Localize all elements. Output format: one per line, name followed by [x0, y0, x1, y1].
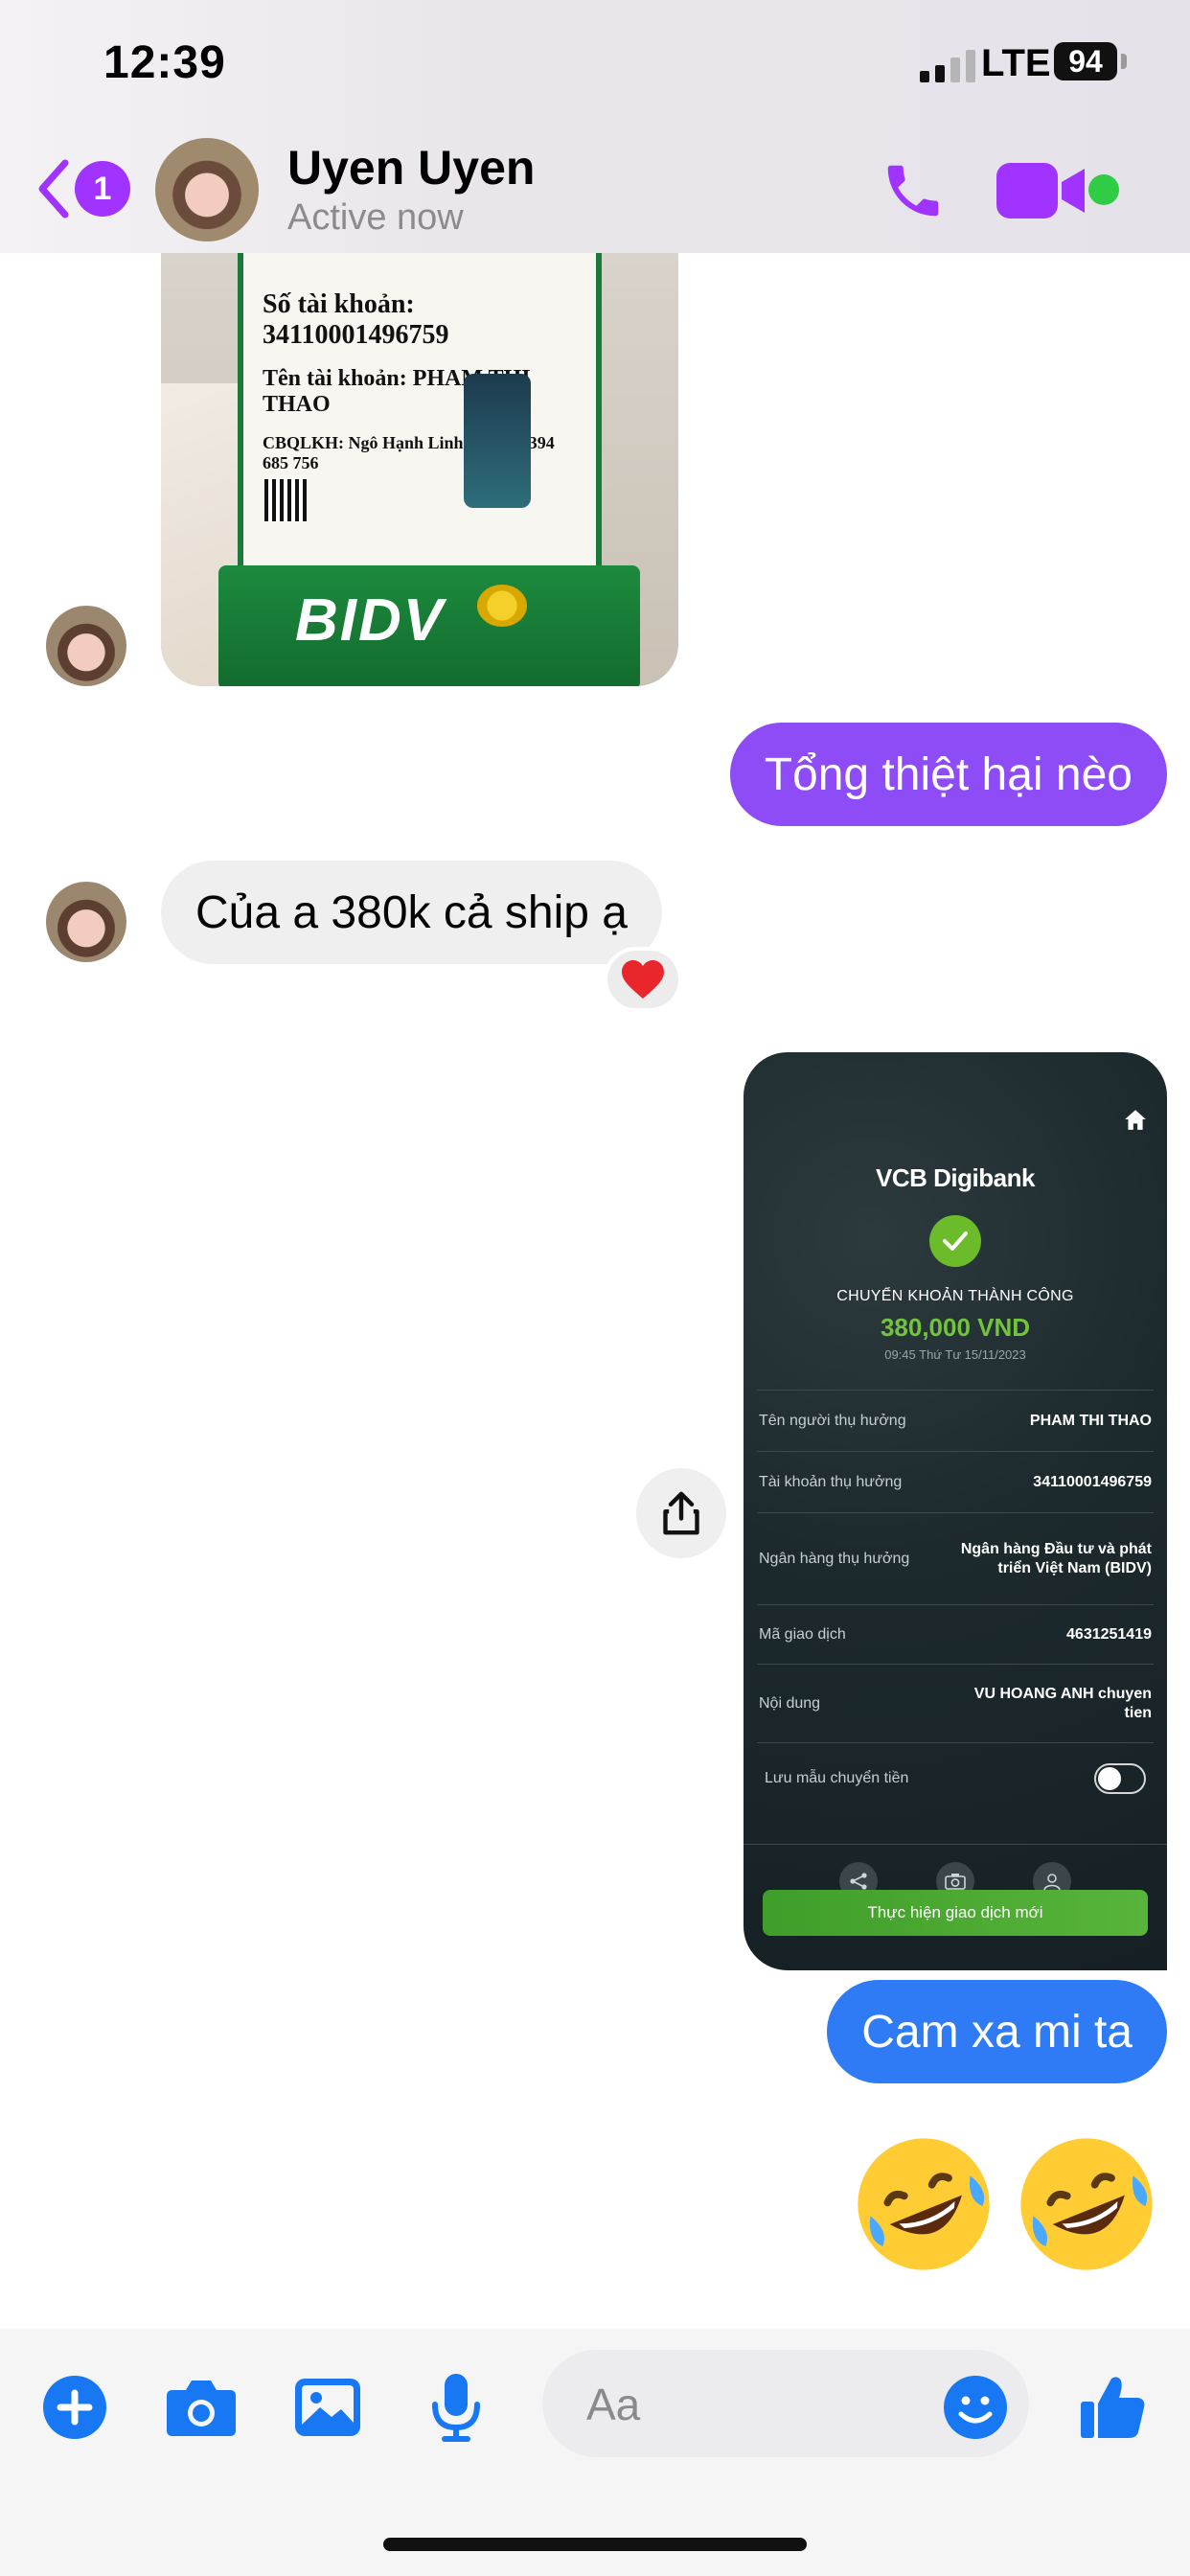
photo-sign: Số tài khoản: 34110001496759 Tên tài kho…: [238, 240, 602, 604]
message-incoming[interactable]: Của a 380k cả ship ạ: [161, 861, 662, 964]
home-indicator: [383, 2538, 807, 2551]
add-button[interactable]: [36, 2369, 113, 2446]
battery-icon: [1121, 54, 1127, 69]
save-template-toggle: [1094, 1762, 1146, 1794]
camera-icon: [167, 2380, 236, 2436]
image-icon: [295, 2379, 360, 2436]
status-time: 12:39: [103, 37, 226, 88]
rolling-laughing-emoji-icon: [1020, 2138, 1153, 2270]
message-outgoing[interactable]: Cam xa mi ta: [827, 1980, 1167, 2083]
signal-icon: [920, 50, 975, 82]
emoji-button[interactable]: [937, 2369, 1014, 2446]
avatar[interactable]: [46, 606, 126, 686]
save-template-label: Lưu mẫu chuyển tiền: [765, 1769, 909, 1786]
receipt-row: Nội dung VU HOANG ANH chuyen tien: [757, 1664, 1154, 1742]
message-outgoing[interactable]: Tổng thiệt hại nèo: [729, 723, 1167, 826]
receipt-row: Mã giao dịch 4631251419: [757, 1604, 1154, 1664]
receipt-image[interactable]: VCB Digibank CHUYỂN KHOẢN THÀNH CÔNG 380…: [744, 1052, 1167, 1970]
avatar[interactable]: [46, 882, 126, 962]
back-button[interactable]: 1: [34, 153, 130, 222]
receipt-row-key: Nội dung: [759, 1694, 821, 1712]
thumbs-up-icon: [1081, 2377, 1145, 2438]
receipt-row-value: VU HOANG ANH chuyen tien: [973, 1685, 1152, 1721]
receipt-row-value: PHAM THI THAO: [1029, 1412, 1152, 1429]
chat-header: 12:39 LTE 94 1 Uyen Uyen Active now: [0, 0, 1190, 253]
network-type: LTE: [981, 42, 1051, 84]
success-check-icon: [929, 1215, 981, 1267]
receipt-row-key: Tên người thụ hưởng: [759, 1412, 906, 1429]
shared-photo[interactable]: Số tài khoản: 34110001496759 Tên tài kho…: [161, 240, 678, 686]
video-camera-icon[interactable]: [996, 163, 1087, 218]
receipt-row-value: Ngân hàng Đầu tư và phát triển Việt Nam …: [960, 1540, 1152, 1576]
home-icon: [1125, 1110, 1146, 1130]
emoji-message[interactable]: [849, 2129, 1161, 2279]
avatar[interactable]: [155, 138, 259, 242]
share-button[interactable]: [636, 1468, 726, 1558]
phone-image: [464, 374, 531, 508]
rolling-laughing-emoji-icon: [858, 2138, 990, 2270]
camera-button[interactable]: [163, 2369, 240, 2446]
smiley-icon: [944, 2376, 1007, 2439]
receipt-brand: VCB Digibank: [876, 1163, 1035, 1192]
bank-logo-mark: [477, 585, 527, 627]
message-input-placeholder: Aa: [586, 2380, 641, 2429]
heart-icon: [622, 960, 664, 999]
receipt-row: Tài khoản thụ hưởng 34110001496759: [757, 1451, 1154, 1512]
chevron-left-icon: [38, 159, 69, 218]
microphone-icon: [432, 2374, 480, 2442]
active-status: Active now: [287, 197, 464, 238]
receipt-row: Tên người thụ hưởng PHAM THI THAO: [757, 1390, 1154, 1451]
receipt-row: Ngân hàng thụ hưởng Ngân hàng Đầu tư và …: [757, 1512, 1154, 1604]
share-icon: [663, 1491, 699, 1535]
new-transaction-button: Thực hiện giao dịch mới: [763, 1890, 1148, 1936]
receipt-row-key: Mã giao dịch: [759, 1625, 846, 1643]
receipt-time: 09:45 Thứ Tư 15/11/2023: [884, 1347, 1026, 1362]
photo-account-number: Số tài khoản: 34110001496759: [263, 289, 449, 350]
voice-button[interactable]: [418, 2369, 494, 2446]
bank-logo: BIDV: [295, 587, 446, 654]
unread-count-badge: 1: [75, 161, 130, 217]
save-template-row: Lưu mẫu chuyển tiền: [757, 1742, 1154, 1813]
receipt-row-key: Ngân hàng thụ hưởng: [759, 1550, 910, 1567]
battery-level: 94: [1054, 42, 1117, 80]
like-button[interactable]: [1075, 2369, 1152, 2446]
receipt-details: Tên người thụ hưởng PHAM THI THAO Tài kh…: [757, 1390, 1154, 1813]
heart-reaction[interactable]: [604, 947, 682, 1012]
receipt-row-value: 4631251419: [1066, 1625, 1152, 1643]
gallery-button[interactable]: [289, 2369, 366, 2446]
phone-icon[interactable]: [880, 157, 947, 224]
qr-code-icon: [264, 479, 307, 521]
receipt-title: CHUYỂN KHOẢN THÀNH CÔNG: [836, 1288, 1074, 1304]
plus-icon: [43, 2376, 106, 2439]
receipt-row-value: 34110001496759: [1033, 1473, 1152, 1490]
contact-name[interactable]: Uyen Uyen: [287, 140, 535, 196]
receipt-amount: 380,000 VND: [880, 1313, 1031, 1342]
online-indicator: [1088, 174, 1119, 205]
receipt-row-key: Tài khoản thụ hưởng: [759, 1473, 903, 1490]
